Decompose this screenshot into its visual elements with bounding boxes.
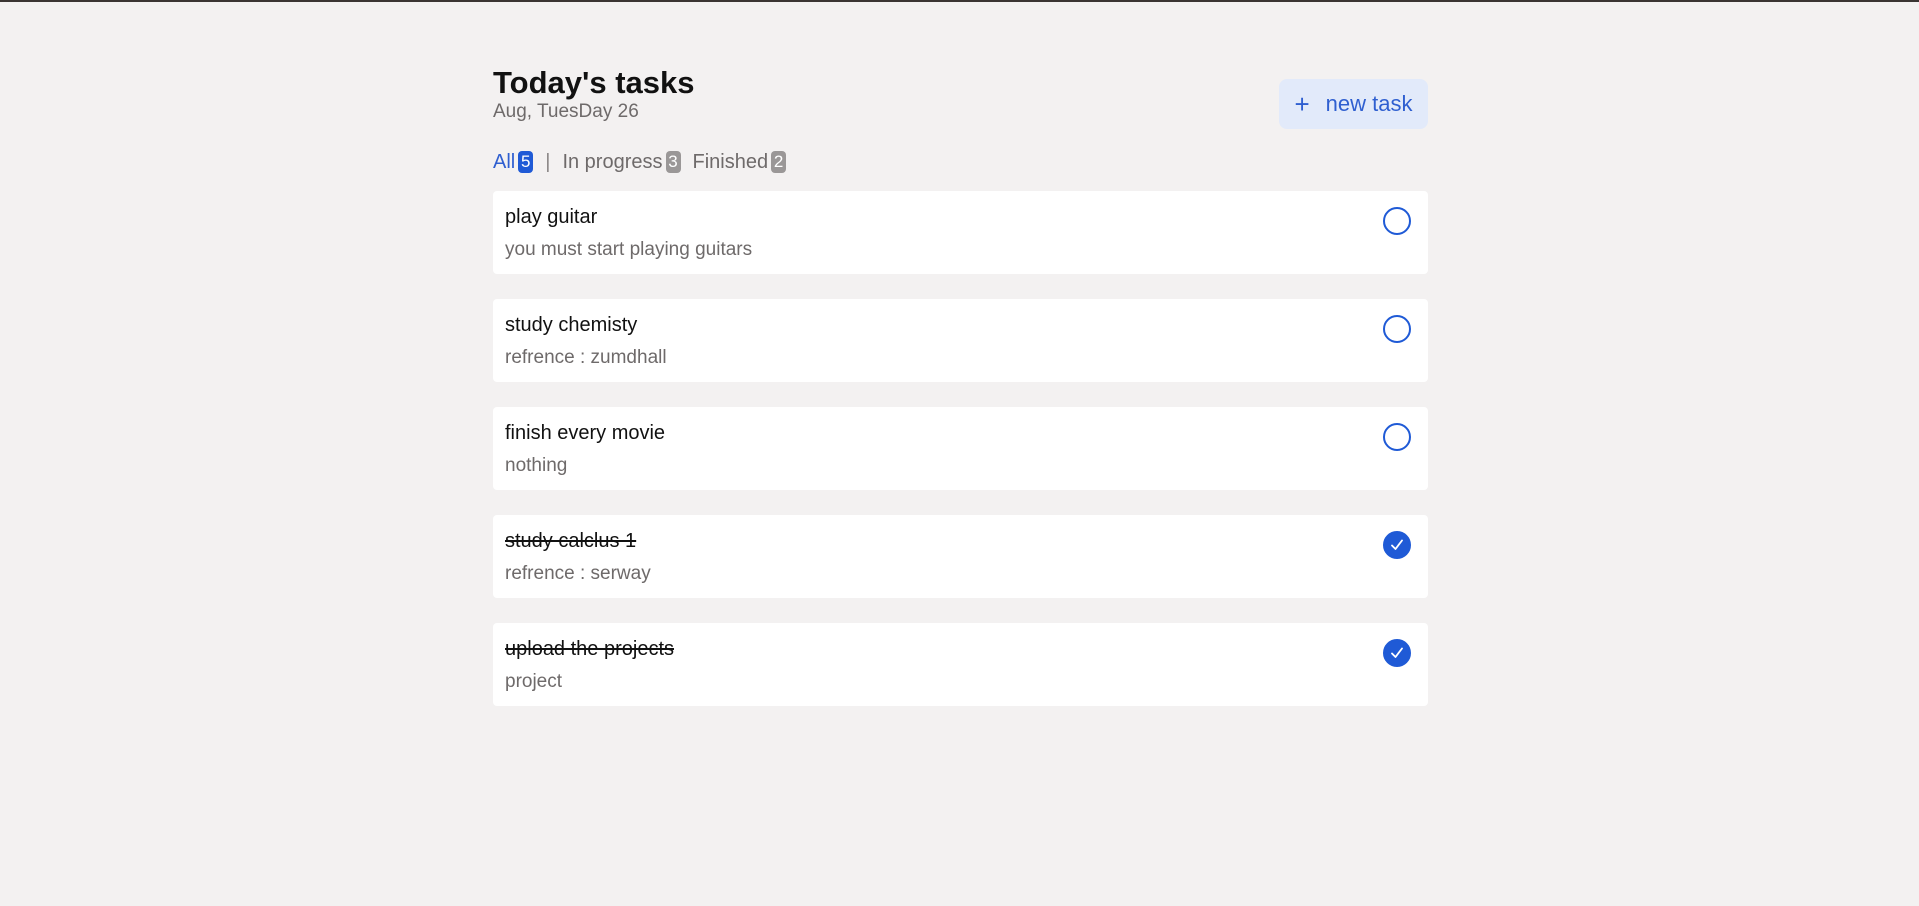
tab-in-progress[interactable]: In progress 3 bbox=[562, 150, 681, 174]
tab-finished-count: 2 bbox=[771, 151, 787, 173]
tab-all[interactable]: All 5 bbox=[493, 150, 534, 174]
checkmark-icon bbox=[1391, 539, 1403, 550]
circle-outline-icon[interactable] bbox=[1383, 423, 1411, 451]
check-circle-icon[interactable] bbox=[1383, 531, 1411, 559]
task-title: play guitar bbox=[505, 206, 598, 228]
tab-all-count: 5 bbox=[518, 151, 534, 173]
filter-separator: | bbox=[545, 150, 551, 173]
task-title: finish every movie bbox=[505, 422, 666, 444]
plus-icon: + bbox=[1294, 89, 1310, 119]
task-description: refrence : zumdhall bbox=[505, 347, 667, 368]
new-task-button[interactable]: + new task bbox=[1279, 79, 1428, 129]
tab-all-label: All bbox=[493, 150, 516, 173]
task-title: study calclus 1 bbox=[505, 530, 637, 552]
task-description: you must start playing guitars bbox=[505, 239, 753, 260]
task-description: project bbox=[505, 671, 563, 692]
page-title: Today's tasks bbox=[493, 65, 695, 100]
task-title: study chemisty bbox=[505, 314, 638, 336]
title-block: Today's tasks Aug, TuesDay 26 bbox=[493, 62, 695, 123]
page-date: Aug, TuesDay 26 bbox=[493, 101, 639, 122]
tab-in-progress-count: 3 bbox=[665, 151, 681, 173]
task-description: nothing bbox=[505, 455, 568, 476]
task-card[interactable]: play guitar you must start playing guita… bbox=[493, 191, 1428, 274]
tab-finished-label: Finished bbox=[692, 150, 769, 173]
check-circle-icon[interactable] bbox=[1383, 639, 1411, 667]
filter-tabs: All 5 | In progress 3 Finished 2 bbox=[493, 150, 1428, 174]
task-title: upload the projects bbox=[505, 638, 675, 660]
new-task-label: new task bbox=[1325, 91, 1413, 116]
task-list: play guitar you must start playing guita… bbox=[493, 191, 1428, 706]
task-description: refrence : serway bbox=[505, 563, 651, 584]
tab-finished[interactable]: Finished 2 bbox=[693, 151, 787, 174]
circle-outline-icon[interactable] bbox=[1383, 315, 1411, 343]
task-card[interactable]: finish every movie nothing bbox=[493, 407, 1428, 490]
circle-outline-icon[interactable] bbox=[1383, 207, 1411, 235]
checkmark-icon bbox=[1391, 647, 1403, 658]
task-card[interactable]: upload the projects project bbox=[493, 623, 1428, 706]
task-card[interactable]: study calclus 1 refrence : serway bbox=[493, 515, 1428, 598]
task-panel: Today's tasks Aug, TuesDay 26 + new task… bbox=[493, 62, 1428, 731]
tab-in-progress-label: In progress bbox=[562, 150, 663, 173]
task-card[interactable]: study chemisty refrence : zumdhall bbox=[493, 299, 1428, 382]
header: Today's tasks Aug, TuesDay 26 + new task bbox=[493, 62, 1428, 129]
